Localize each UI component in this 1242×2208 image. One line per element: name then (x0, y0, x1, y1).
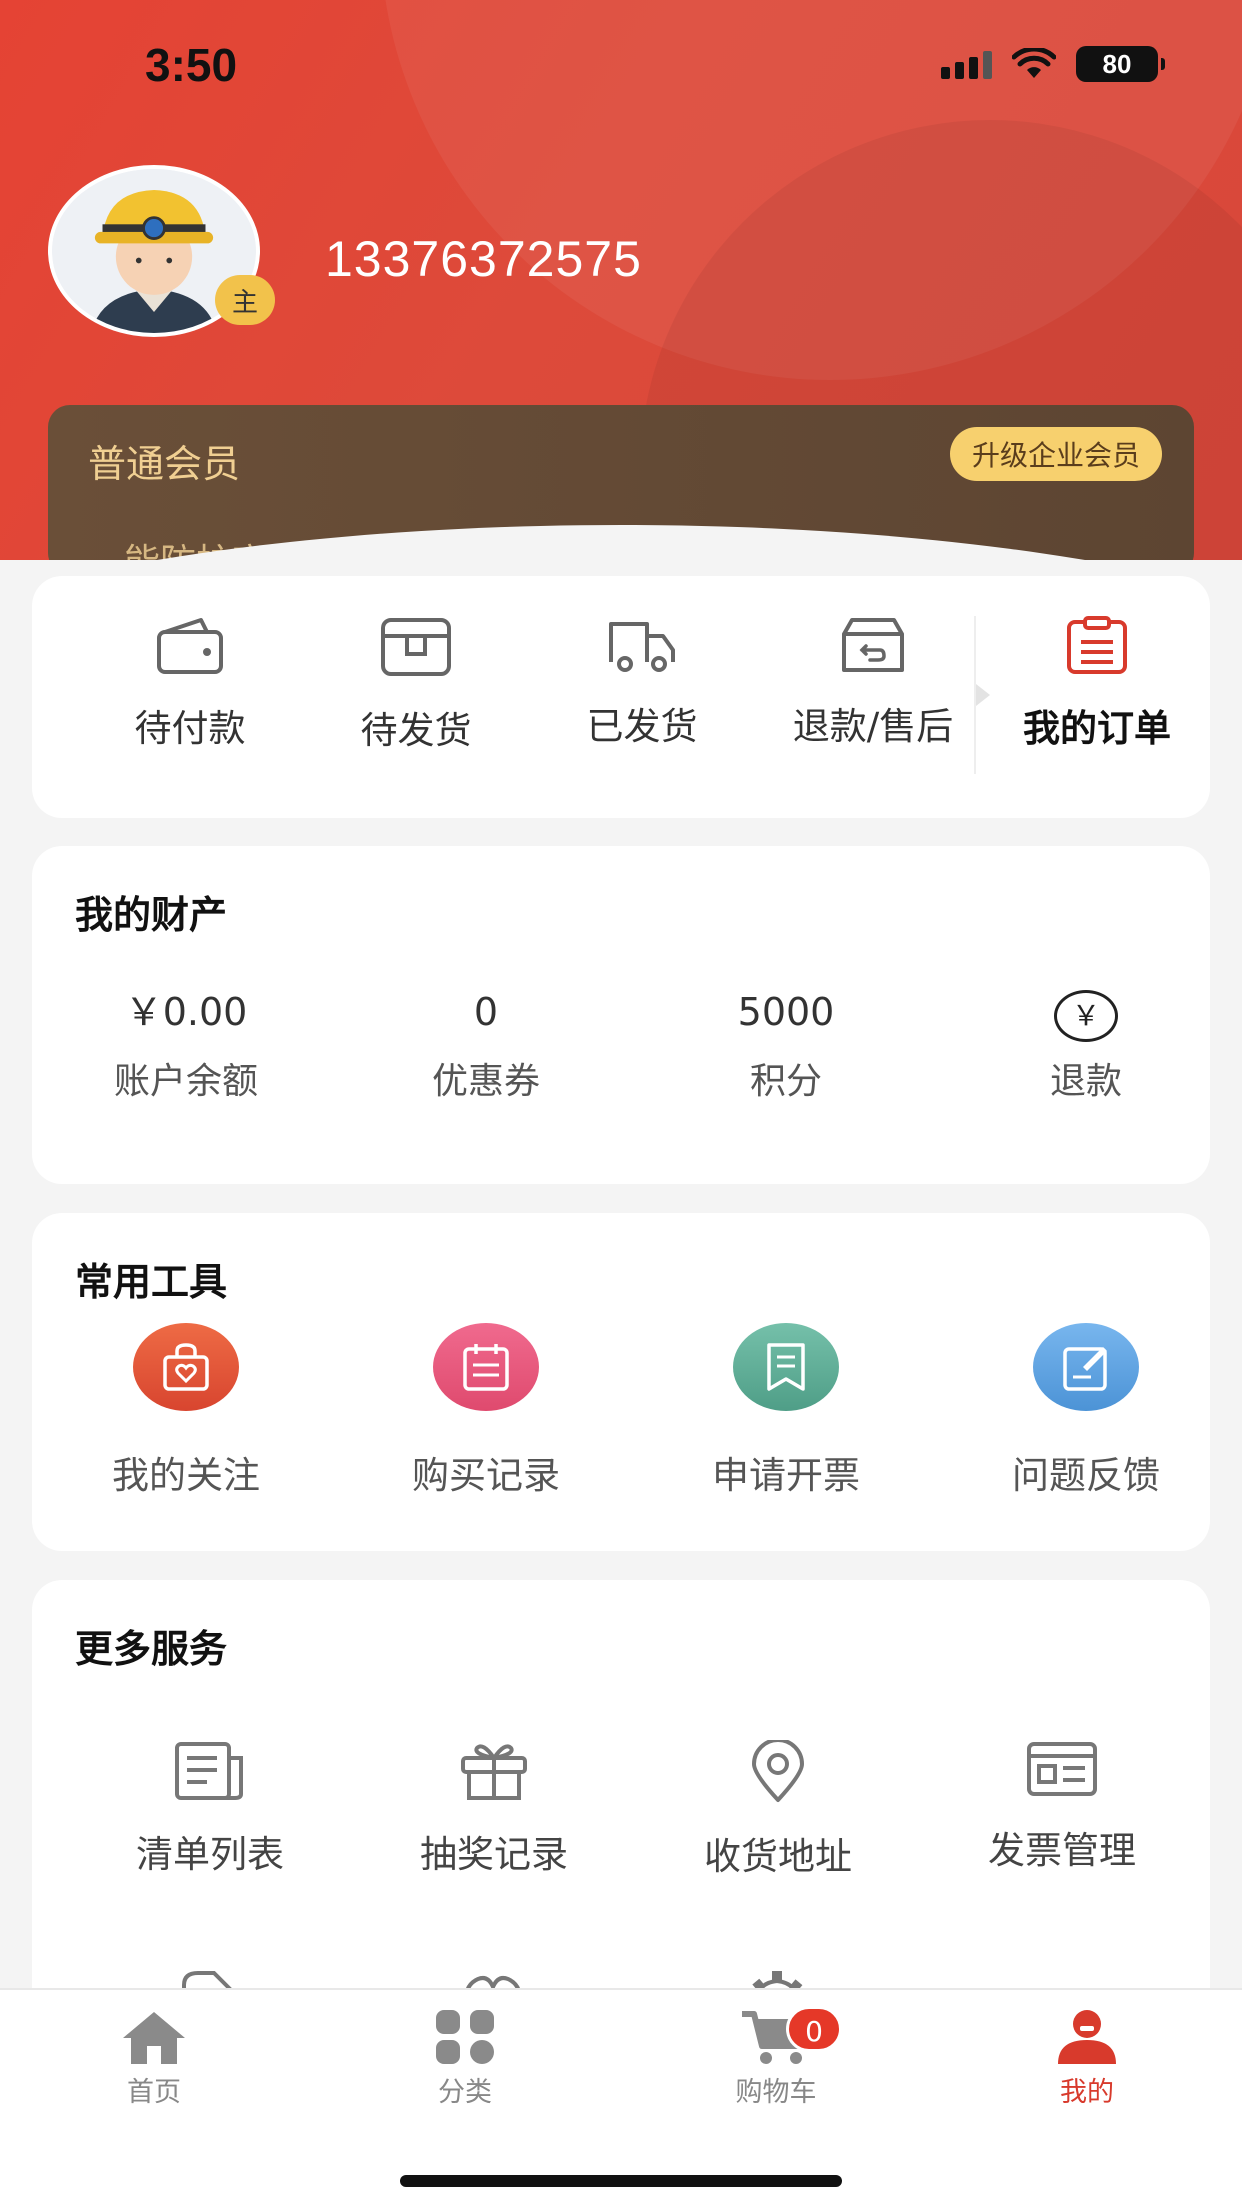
service-label: 发票管理 (988, 1829, 1136, 1872)
asset-points[interactable]: 5000 积分 (656, 986, 916, 1104)
grid-icon (436, 2010, 494, 2064)
status-icons: 80 (941, 46, 1165, 82)
tool-request-invoice[interactable]: 申请开票 (656, 1323, 916, 1499)
service-invoice-management[interactable]: 发票管理 (927, 1740, 1197, 1874)
status-time: 3:50 (145, 39, 238, 91)
asset-refund[interactable]: ￥ 退款 (956, 986, 1216, 1104)
location-pin-icon (752, 1740, 804, 1802)
profile-header: 3:50 80 主 13376372575 普通会员 升级企业会员 (0, 0, 1242, 560)
tab-label: 分类 (438, 2077, 492, 2108)
tab-mine[interactable]: 我的 (987, 2008, 1187, 2109)
upgrade-enterprise-button[interactable]: 升级企业会员 (949, 427, 1162, 481)
asset-value: 5000 (737, 990, 835, 1034)
heart-bag-icon (133, 1323, 239, 1411)
status-bar: 3:50 80 (0, 0, 1242, 130)
tool-feedback[interactable]: 问题反馈 (956, 1323, 1216, 1499)
tool-label: 购买记录 (412, 1454, 560, 1497)
asset-label: 账户余额 (113, 1061, 258, 1102)
battery-icon: 80 (1076, 46, 1165, 82)
asset-value: 0 (473, 990, 499, 1034)
home-indicator[interactable] (400, 2175, 842, 2187)
signal-icon (941, 49, 992, 79)
order-pending-payment[interactable]: 待付款 (80, 616, 300, 752)
yen-circle: ￥ (1054, 990, 1118, 1042)
asset-value: ￥0.00 (124, 990, 248, 1034)
box-icon (381, 618, 451, 676)
order-refund-aftersale[interactable]: 退款/售后 (748, 616, 998, 750)
tab-label: 购物车 (735, 2077, 817, 2108)
order-pending-shipment[interactable]: 待发货 (306, 616, 526, 754)
yen-icon: ￥ (956, 986, 1216, 1042)
tools-card: 常用工具 我的关注 购买记录 申请开票 问题反馈 (32, 1213, 1210, 1551)
order-label: 已发货 (586, 705, 698, 748)
tool-my-follows[interactable]: 我的关注 (56, 1323, 316, 1499)
tool-label: 申请开票 (712, 1454, 860, 1497)
membership-level: 普通会员 (88, 442, 241, 486)
gift-icon (461, 1744, 527, 1800)
tool-label: 问题反馈 (1012, 1454, 1160, 1497)
order-label: 待发货 (360, 709, 472, 752)
clipboard-icon (1067, 616, 1127, 674)
service-label: 收货地址 (704, 1835, 852, 1878)
truck-icon (609, 622, 675, 672)
calendar-icon (433, 1323, 539, 1411)
my-orders-label: 我的订单 (1023, 707, 1171, 750)
order-label: 待付款 (134, 707, 246, 750)
assets-title: 我的财产 (75, 893, 228, 937)
asset-label: 退款 (1049, 1061, 1122, 1102)
bookmark-icon (733, 1323, 839, 1411)
cart-count-badge: 0 (786, 2006, 842, 2052)
orders-card: 待付款 待发货 已发货 退款/售后 我的订单 (32, 576, 1210, 818)
tools-title: 常用工具 (75, 1260, 228, 1304)
order-shipped[interactable]: 已发货 (532, 616, 752, 750)
asset-coupons[interactable]: 0 优惠券 (356, 986, 616, 1104)
my-orders-button[interactable]: 我的订单 (987, 616, 1207, 752)
home-icon (123, 2012, 185, 2064)
order-label: 退款/售后 (792, 705, 954, 748)
assets-card: 我的财产 ￥0.00 账户余额 0 优惠券 5000 积分 ￥ 退款 (32, 846, 1210, 1184)
return-icon (842, 618, 904, 672)
tool-label: 我的关注 (112, 1454, 260, 1497)
asset-label: 优惠券 (431, 1061, 540, 1102)
wallet-icon (157, 618, 223, 674)
invoice-icon (1027, 1742, 1097, 1796)
service-label: 抽奖记录 (420, 1833, 568, 1876)
service-shipping-address[interactable]: 收货地址 (643, 1740, 913, 1880)
tab-cart[interactable]: 0 购物车 (676, 2006, 876, 2109)
tool-purchase-history[interactable]: 购买记录 (356, 1323, 616, 1499)
tab-home[interactable]: 首页 (54, 2008, 254, 2109)
tab-label: 我的 (1060, 2077, 1114, 2108)
asset-balance[interactable]: ￥0.00 账户余额 (56, 986, 316, 1104)
asset-label: 积分 (749, 1061, 822, 1102)
service-list[interactable]: 清单列表 (75, 1740, 345, 1878)
list-doc-icon (175, 1742, 243, 1800)
wifi-icon (1012, 48, 1056, 78)
service-lottery-records[interactable]: 抽奖记录 (359, 1740, 629, 1878)
user-icon (1058, 2010, 1116, 2064)
tab-label: 首页 (127, 2077, 181, 2108)
user-phone: 13376372575 (325, 231, 642, 287)
services-title: 更多服务 (75, 1627, 228, 1671)
role-badge: 主 (215, 275, 275, 325)
tab-category[interactable]: 分类 (365, 2008, 565, 2109)
service-label: 清单列表 (136, 1833, 284, 1876)
edit-note-icon (1033, 1323, 1139, 1411)
